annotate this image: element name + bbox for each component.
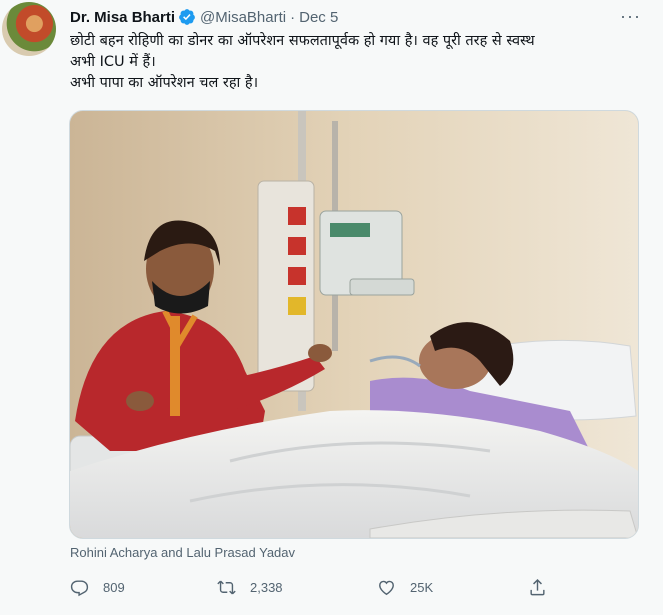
author-name[interactable]: Dr. Misa Bharti (70, 9, 175, 26)
more-icon[interactable]: ··· (620, 6, 641, 27)
like-icon (379, 580, 394, 595)
share-icon (530, 578, 545, 595)
separator-dot: · (290, 8, 296, 26)
reply-count: 809 (103, 579, 125, 595)
like-count: 25K (410, 579, 434, 595)
share-button[interactable] (528, 576, 561, 598)
tweet-header: Dr. Misa Bharti @MisaBharti · Dec 5 (70, 7, 338, 27)
retweet-icon (217, 580, 236, 594)
tweet-text-line: छोटी बहन रोहिणी का डोनर का ऑपरेशन सफलताप… (70, 33, 535, 49)
avatar[interactable] (2, 2, 56, 56)
tweet-text-line: अभी ICU में हैं। (70, 54, 156, 70)
hospital-room-image (70, 111, 638, 538)
reply-button[interactable]: 809 (70, 576, 125, 598)
tweet-text-line: अभी पापा का ऑपरेशन चल रहा है। (70, 75, 259, 91)
author-handle[interactable]: @MisaBharti (200, 9, 286, 26)
tweet-actions: 809 2,338 25K (70, 576, 630, 598)
retweet-button[interactable]: 2,338 (217, 576, 283, 598)
tweet-date[interactable]: Dec 5 (299, 9, 338, 26)
tweet-card[interactable]: Dr. Misa Bharti @MisaBharti · Dec 5 ··· … (0, 0, 663, 615)
like-button[interactable]: 25K (377, 576, 433, 598)
tweet-text: छोटी बहन रोहिणी का डोनर का ऑपरेशन सफलताप… (70, 31, 645, 94)
reply-icon (70, 579, 89, 596)
tweet-photo[interactable] (69, 110, 639, 539)
media-caption[interactable]: Rohini Acharya and Lalu Prasad Yadav (70, 545, 295, 560)
retweet-count: 2,338 (250, 579, 283, 595)
verified-badge-icon (178, 8, 196, 26)
